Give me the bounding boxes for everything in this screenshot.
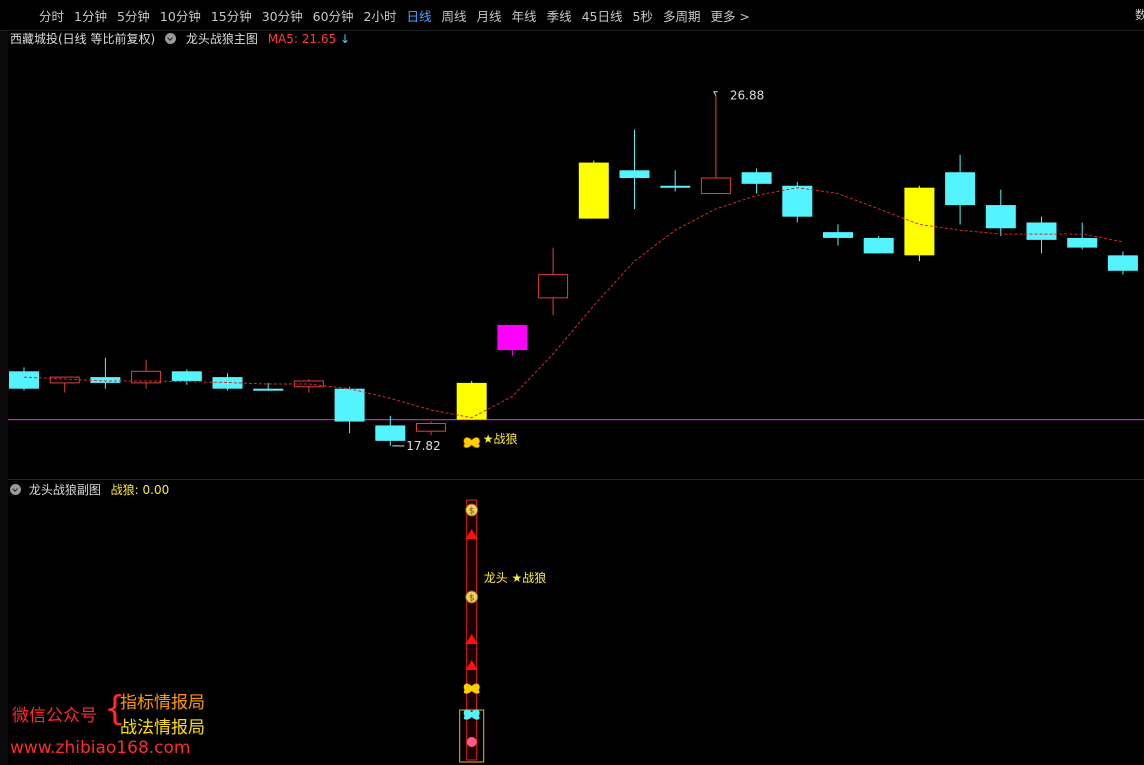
sub-signal-label: 龙头 ★战狼 — [484, 570, 547, 585]
candle-18 — [741, 168, 772, 194]
coin-symbol: $ — [469, 594, 475, 604]
candle-body — [782, 185, 813, 217]
candle-24 — [985, 189, 1016, 237]
candle-body — [171, 371, 202, 381]
candle-body — [538, 274, 569, 299]
candle-26 — [1067, 222, 1098, 250]
high-pointer — [713, 91, 718, 96]
butterfly-icon — [463, 437, 481, 448]
candle-body — [700, 177, 731, 194]
candle-16 — [660, 170, 691, 192]
candle-15 — [619, 129, 650, 209]
watermark-line2: 战法情报局 — [120, 718, 205, 738]
candle-20 — [823, 224, 853, 246]
candle-body — [334, 388, 365, 422]
candle-17 — [700, 95, 731, 194]
high-marker: 26.88 — [713, 89, 764, 103]
candle-body — [1107, 255, 1138, 271]
watermark-line1: 指标情报局 — [120, 693, 205, 713]
candle-14 — [578, 160, 609, 219]
watermark: 微信公众号 { 指标情报局 战法情报局 www.zhibiao168.com — [10, 688, 230, 760]
candle-25 — [1026, 216, 1057, 254]
candle-body — [416, 422, 446, 432]
low-price-label: 17.82 — [406, 439, 440, 453]
coin-icon-2: $ — [465, 590, 479, 604]
candle-body — [253, 388, 284, 391]
candle-body — [497, 324, 528, 351]
ma5-line — [23, 187, 1123, 419]
candle-body — [619, 170, 650, 179]
candle-body — [578, 162, 609, 219]
low-marker: 17.82 — [392, 439, 441, 453]
candle-4 — [171, 369, 202, 385]
candle-body — [1026, 222, 1057, 240]
candle-21 — [863, 236, 894, 254]
high-price-label: 26.88 — [730, 89, 764, 103]
flower-icon — [466, 737, 477, 747]
butterfly-wing — [463, 437, 481, 448]
candle-body — [212, 377, 243, 389]
candle-body — [456, 382, 487, 420]
candle-22 — [904, 185, 935, 262]
candle-5 — [212, 373, 243, 391]
candle-0 — [9, 367, 39, 391]
watermark-wechat: 微信公众号 — [12, 706, 97, 726]
candle-10 — [416, 421, 446, 436]
candle-13 — [538, 247, 569, 316]
candle-body — [741, 172, 772, 184]
candle-body — [1067, 237, 1098, 248]
candle-23 — [945, 154, 976, 225]
candle-body — [9, 371, 39, 389]
candle-27 — [1107, 251, 1138, 275]
candle-3 — [131, 359, 162, 389]
candle-body — [660, 185, 691, 188]
signal-label: ★战狼 — [483, 431, 518, 446]
coin-symbol: $ — [469, 507, 475, 517]
candle-6 — [253, 382, 284, 391]
candle-12 — [497, 324, 528, 356]
candle-body — [823, 232, 853, 238]
main-candlestick-chart[interactable]: 26.88 17.82 ★战狼 — [0, 0, 1144, 478]
candle-2 — [90, 357, 121, 389]
candle-11 — [456, 380, 487, 420]
candle-7 — [293, 379, 324, 393]
candle-9 — [375, 415, 406, 446]
candle-8 — [334, 386, 365, 434]
coin-icon-1: $ — [465, 503, 479, 517]
candle-body — [985, 205, 1016, 229]
candle-body — [945, 172, 976, 206]
watermark-url: www.zhibiao168.com — [10, 738, 191, 758]
candle-body — [863, 237, 894, 254]
candle-body — [375, 425, 406, 441]
candle-body — [904, 187, 935, 256]
